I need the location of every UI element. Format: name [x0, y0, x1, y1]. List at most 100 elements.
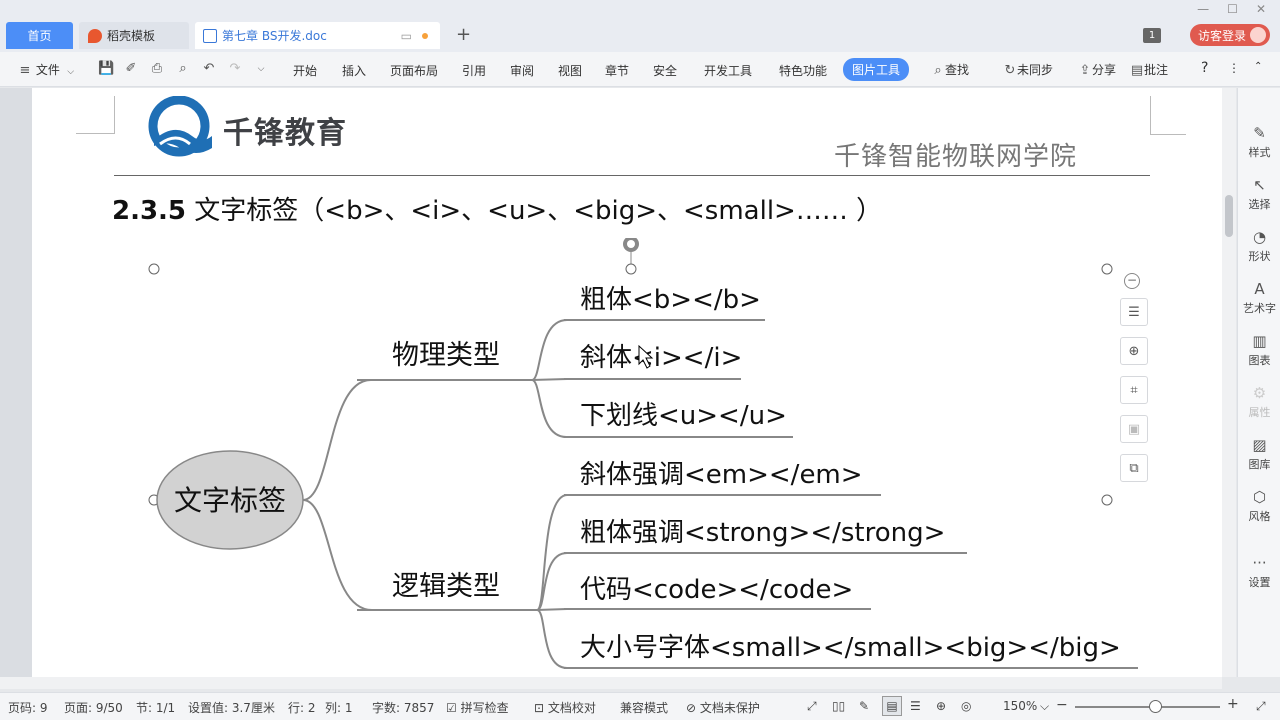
zoom-dropdown-icon[interactable]: ⌵: [1040, 699, 1049, 714]
resize-handle[interactable]: [1101, 494, 1113, 506]
read-mode-icon[interactable]: ▯▯: [832, 699, 845, 713]
panel-theme[interactable]: ⬡ 风格: [1238, 488, 1280, 524]
section-title-text: 文字标签（<b>、<i>、<u>、<big>、<small>…… ）: [186, 196, 883, 226]
undo-icon[interactable]: ↶: [202, 62, 216, 76]
proofread-button[interactable]: ⊡ 文档校对: [534, 699, 596, 716]
mindmap-leaf: 下划线<u></u>: [580, 401, 787, 431]
more-options-icon[interactable]: ⋮: [1228, 61, 1240, 75]
fullscreen-icon[interactable]: ⤢: [807, 699, 817, 714]
chart-icon: ▥: [1252, 332, 1267, 350]
page-corner-mark: [114, 96, 115, 134]
menu-security[interactable]: 安全: [653, 62, 677, 79]
document-page[interactable]: 千锋教育 千锋智能物联网学院 2.3.5 文字标签（<b>、<i>、<u>、<b…: [32, 88, 1222, 677]
menu-start[interactable]: 开始: [293, 62, 317, 79]
panel-wordart[interactable]: A 艺术字: [1238, 280, 1280, 316]
menu-developer[interactable]: 开发工具: [704, 62, 752, 79]
panel-select[interactable]: ↖ 选择: [1238, 176, 1280, 212]
mindmap-connector: [531, 319, 568, 381]
page-view-icon[interactable]: ▤: [882, 696, 902, 716]
print-preview-icon[interactable]: ⌕: [176, 62, 190, 76]
window-count-badge[interactable]: 1: [1143, 28, 1161, 43]
panel-chart[interactable]: ▥ 图表: [1238, 332, 1280, 368]
search-icon: ⌕: [934, 63, 942, 78]
tab-home[interactable]: 首页: [6, 22, 73, 49]
share-button[interactable]: ⇪ 分享: [1078, 61, 1116, 78]
tab-daoke-templates[interactable]: 稻壳模板: [79, 22, 189, 49]
outline-view-icon[interactable]: ☰: [910, 699, 921, 713]
panel-theme-label: 风格: [1248, 510, 1271, 523]
menu-reference[interactable]: 引用: [462, 62, 486, 79]
eye-protect-icon[interactable]: ◎: [961, 699, 971, 713]
resize-handle[interactable]: [625, 263, 637, 275]
panel-properties[interactable]: ⚙ 属性: [1238, 384, 1280, 420]
help-button[interactable]: ?: [1201, 60, 1208, 76]
menu-page-layout[interactable]: 页面布局: [390, 62, 438, 79]
visitor-login-button[interactable]: 访客登录: [1190, 24, 1270, 46]
share-icon: ⇪: [1079, 63, 1091, 78]
menu-special[interactable]: 特色功能: [779, 62, 827, 79]
logo-text: 千锋教育: [223, 116, 347, 151]
tab-document[interactable]: 第七章 BS开发.doc ▭: [195, 22, 440, 49]
menu-chapter[interactable]: 章节: [605, 62, 629, 79]
save-icon[interactable]: 💾: [98, 62, 114, 76]
find-button[interactable]: ⌕ 查找: [931, 61, 969, 78]
status-setting: 设置值: 3.7厘米: [188, 701, 275, 715]
close-icon[interactable]: ✕: [1256, 2, 1266, 16]
print-icon[interactable]: ⎙: [150, 62, 164, 76]
section-heading: 2.3.5 文字标签（<b>、<i>、<u>、<big>、<small>…… ）: [112, 190, 882, 227]
layout-options-icon[interactable]: ☰: [1120, 298, 1148, 326]
collapse-icon[interactable]: −: [1124, 273, 1140, 289]
zoom-level[interactable]: 150%: [1003, 699, 1037, 713]
image-to-text-icon[interactable]: ⧉: [1120, 454, 1148, 482]
panel-shape-label: 形状: [1248, 250, 1271, 263]
menu-view[interactable]: 视图: [558, 62, 582, 79]
crop-icon[interactable]: ⌗: [1120, 376, 1148, 404]
zoom-slider-knob[interactable]: [1149, 700, 1162, 713]
maximize-icon[interactable]: ☐: [1227, 2, 1238, 16]
panel-style[interactable]: ✎ 样式: [1238, 124, 1280, 160]
status-word-count[interactable]: 字数: 7857: [372, 699, 434, 716]
panel-settings[interactable]: ··· 设置: [1238, 554, 1280, 590]
comment-button[interactable]: ▤批注: [1130, 61, 1168, 78]
minimize-icon[interactable]: —: [1197, 2, 1209, 16]
status-page[interactable]: 页面: 9/50: [64, 699, 123, 716]
screen-icon[interactable]: ▭: [401, 29, 412, 43]
status-section: 节: 1/1: [136, 701, 176, 715]
status-page-code: 页码: 9: [8, 701, 48, 715]
vertical-scroll-thumb[interactable]: [1225, 195, 1233, 237]
write-mode-icon[interactable]: ✎: [859, 699, 869, 713]
zoom-image-icon[interactable]: ⊕: [1120, 337, 1148, 365]
zoom-out-icon[interactable]: −: [1056, 697, 1068, 713]
mindmap-connector: [302, 499, 373, 611]
menu-picture-tools[interactable]: 图片工具: [843, 58, 910, 81]
vertical-scrollbar[interactable]: [1222, 88, 1236, 677]
format-painter-icon[interactable]: ✐: [124, 62, 138, 76]
menu-insert[interactable]: 插入: [342, 62, 366, 79]
resize-handle[interactable]: [1101, 263, 1113, 275]
document-area: 千锋教育 千锋智能物联网学院 2.3.5 文字标签（<b>、<i>、<u>、<b…: [0, 88, 1222, 677]
redo-icon[interactable]: ↷: [228, 62, 242, 76]
protect-button[interactable]: ⊘ 文档未保护: [686, 699, 760, 716]
mindmap-branch-label: 物理类型: [392, 340, 500, 371]
file-menu[interactable]: ≡ 文件 ⌵: [18, 61, 78, 79]
web-view-icon[interactable]: ⊕: [936, 699, 946, 713]
more-icon[interactable]: ⌵: [254, 62, 268, 76]
mindmap-image[interactable]: 文字标签 物理类型 粗体<b></b> 斜体<i></i> 下划线<u></u>…: [142, 238, 1142, 677]
rotate-handle-inner: [627, 240, 635, 248]
zoom-in-icon[interactable]: +: [1227, 696, 1239, 712]
menu-review[interactable]: 审阅: [510, 62, 534, 79]
new-tab-button[interactable]: +: [456, 24, 471, 45]
status-row: 行: 2: [288, 701, 316, 715]
panel-gallery[interactable]: ▨ 图库: [1238, 436, 1280, 472]
image-effect-icon[interactable]: ▣: [1120, 415, 1148, 443]
word-doc-icon: [203, 28, 217, 43]
resize-handle[interactable]: [148, 263, 160, 275]
horizontal-scrollbar[interactable]: [0, 677, 1222, 689]
fit-page-icon[interactable]: ⤢: [1256, 699, 1266, 714]
proofread-label: 文档校对: [547, 701, 596, 715]
panel-shape[interactable]: ◔ 形状: [1238, 228, 1280, 264]
zoom-slider[interactable]: [1075, 706, 1220, 708]
spell-check-button[interactable]: ☑ 拼写检查: [446, 699, 509, 716]
sync-button[interactable]: ↻ 未同步: [1003, 61, 1053, 78]
collapse-ribbon-icon[interactable]: ⌃: [1254, 61, 1262, 72]
